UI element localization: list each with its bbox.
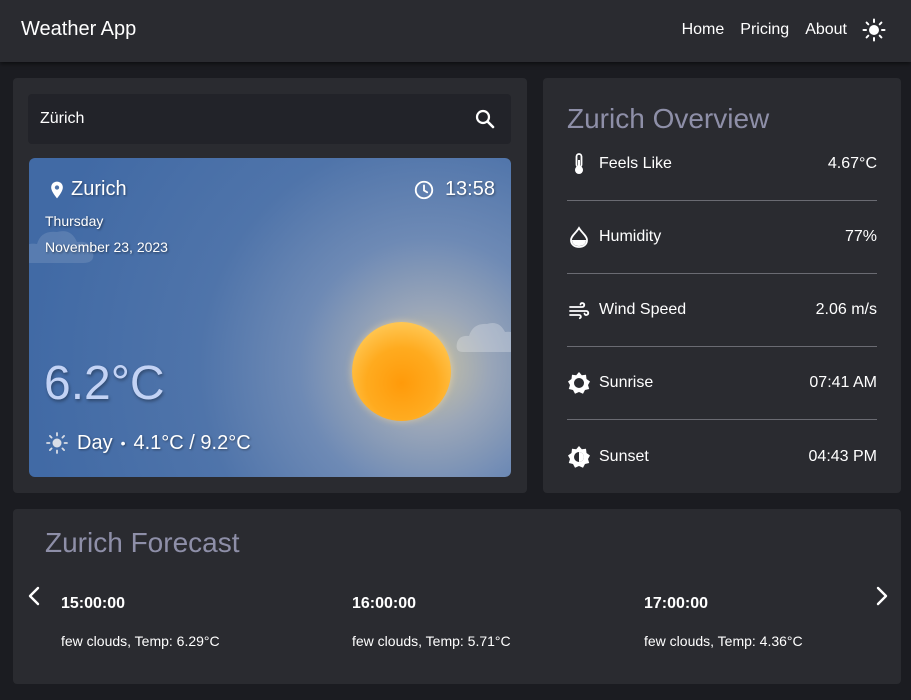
overview-label: Sunrise <box>599 374 654 391</box>
forecast-time: 17:00:00 <box>644 595 709 612</box>
forecast-prev-button[interactable] <box>23 584 47 608</box>
temperature-range: 4.1°C / 9.2°C <box>133 431 251 454</box>
weekday: Thursday <box>45 213 104 229</box>
top-app-bar: Weather App Home Pricing About <box>0 0 911 62</box>
search-input[interactable] <box>40 94 460 144</box>
overview-row-sunset: Sunset 04:43 PM <box>567 420 877 493</box>
overview-row-sunrise: Sunrise 07:41 AM <box>567 347 877 420</box>
day-temperature-range: Day • 4.1°C / 9.2°C <box>45 431 251 455</box>
location: Zurich <box>47 178 127 201</box>
overview-label: Sunset <box>599 447 649 465</box>
forecast-description: few clouds, Temp: 6.29°C <box>61 633 220 649</box>
forecast-description: few clouds, Temp: 5.71°C <box>352 633 511 649</box>
wind-icon <box>567 298 591 322</box>
location-pin-icon <box>51 181 63 198</box>
period-label: Day <box>77 431 113 454</box>
humidity-icon <box>567 225 591 249</box>
separator-dot: • <box>120 435 126 451</box>
forecast-time: 16:00:00 <box>352 595 417 612</box>
date: November 23, 2023 <box>45 239 168 255</box>
sun-icon <box>862 18 886 42</box>
forecast-title: Zurich Forecast <box>45 527 240 558</box>
thermometer-icon <box>567 152 591 176</box>
search-icon <box>475 109 495 129</box>
overview-value: 2.06 m/s <box>815 301 877 318</box>
search-button[interactable] <box>473 107 497 131</box>
forecast-time: 15:00:00 <box>61 595 126 612</box>
current-weather-panel: Zurich 13:58 Thursday November 23, 2023 … <box>13 78 527 493</box>
overview-row-feels-like: Feels Like 4.67°C <box>567 128 877 201</box>
nav-about-link[interactable]: About <box>805 17 847 43</box>
overview-label: Feels Like <box>599 155 672 172</box>
nav-home-link[interactable]: Home <box>682 17 725 43</box>
current-temperature: 6.2°C <box>44 357 165 410</box>
forecast-description: few clouds, Temp: 4.36°C <box>644 633 803 649</box>
clock-icon <box>414 180 434 199</box>
chevron-right-icon <box>876 586 888 606</box>
overview-panel: Zurich Overview Feels Like 4.67°C Humidi… <box>543 78 901 493</box>
sun-icon <box>46 432 68 454</box>
overview-row-wind-speed: Wind Speed 2.06 m/s <box>567 274 877 347</box>
sun-illustration <box>352 322 451 421</box>
forecast-next-button[interactable] <box>869 584 893 608</box>
sunset-icon <box>567 445 591 469</box>
forecast-item: 15:00:00 few clouds, Temp: 6.29°C <box>61 595 321 649</box>
sunrise-icon <box>567 371 591 395</box>
overview-label: Wind Speed <box>599 301 687 318</box>
nav-pricing-link[interactable]: Pricing <box>740 17 789 43</box>
weather-card: Zurich 13:58 Thursday November 23, 2023 … <box>29 158 511 477</box>
app-title: Weather App <box>21 18 137 40</box>
location-name: Zurich <box>71 178 127 200</box>
overview-value: 04:43 PM <box>808 447 877 465</box>
cloud-decoration-icon <box>456 323 511 352</box>
forecast-panel: Zurich Forecast 15:00:00 few clouds, Tem… <box>13 509 901 684</box>
search-box <box>28 94 511 144</box>
overview-label: Humidity <box>599 228 662 245</box>
theme-toggle-button[interactable] <box>861 17 887 43</box>
overview-value: 07:41 AM <box>809 374 877 391</box>
overview-value: 77% <box>844 228 877 245</box>
overview-row-humidity: Humidity 77% <box>567 201 877 274</box>
overview-value: 4.67°C <box>827 155 877 172</box>
nav-bar: Home Pricing About <box>666 17 887 43</box>
forecast-item: 17:00:00 few clouds, Temp: 4.36°C <box>644 595 904 649</box>
local-time: 13:58 <box>413 178 495 201</box>
chevron-left-icon <box>28 586 40 606</box>
forecast-item: 16:00:00 few clouds, Temp: 5.71°C <box>352 595 612 649</box>
time-text: 13:58 <box>444 178 495 200</box>
